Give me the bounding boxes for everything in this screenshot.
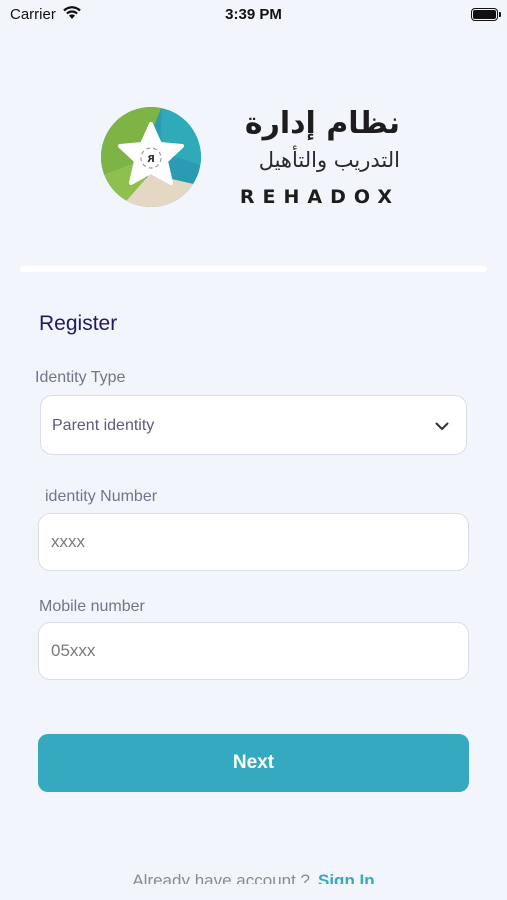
battery-icon [471, 8, 501, 21]
identity-type-selected-value: Parent identity [52, 417, 155, 434]
rehadox-emblem-icon: R [101, 107, 201, 207]
logo-arabic-title: نظام إدارة [244, 106, 400, 141]
page-title: Register [39, 312, 118, 335]
identity-type-label: Identity Type [35, 369, 126, 386]
identity-type-select[interactable]: Parent identity [40, 395, 467, 455]
logo-english-name: REHADOX [239, 186, 400, 208]
sign-in-link[interactable]: Sign In [318, 871, 375, 884]
chevron-down-icon [435, 422, 449, 430]
mobile-number-input[interactable] [38, 622, 469, 680]
identity-number-input[interactable] [38, 513, 469, 571]
next-button[interactable]: Next [38, 734, 469, 792]
emblem-letter: R [147, 154, 155, 165]
mobile-number-label: Mobile number [39, 598, 145, 615]
logo-arabic-subtitle: التدريب والتأهيل [258, 148, 400, 172]
already-have-account-text: Already have account ? [132, 871, 310, 884]
app-logo: R نظام إدارة التدريب والتأهيل REHADOX [100, 100, 410, 220]
footer-signin-prompt: Already have account ? Sign In [0, 870, 507, 884]
clock: 3:39 PM [225, 6, 282, 23]
identity-number-label: identity Number [45, 488, 158, 505]
divider [20, 266, 487, 272]
status-bar: Carrier 3:39 PM [0, 0, 507, 30]
